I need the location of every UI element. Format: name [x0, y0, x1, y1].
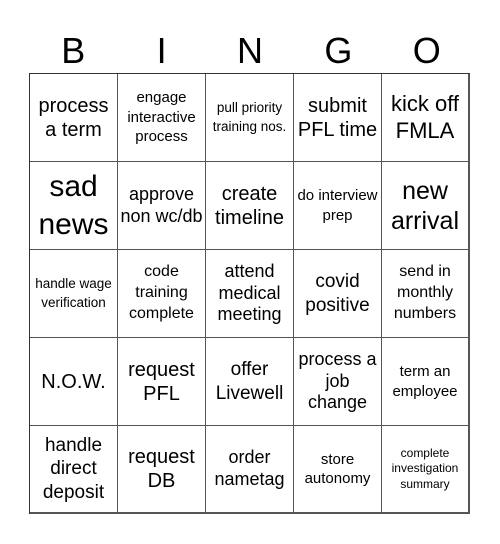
- header-letter-n: N: [236, 30, 263, 71]
- bingo-cell[interactable]: attend medical meeting: [206, 250, 294, 338]
- bingo-cell[interactable]: process a job change: [294, 338, 382, 426]
- bingo-cell[interactable]: handle direct deposit: [30, 426, 118, 514]
- bingo-cell[interactable]: offer Livewell: [206, 338, 294, 426]
- bingo-cell[interactable]: process a term: [30, 74, 118, 162]
- bingo-cell[interactable]: create timeline: [206, 162, 294, 250]
- bingo-cell[interactable]: do interview prep: [294, 162, 382, 250]
- bingo-cell[interactable]: term an employee: [382, 338, 470, 426]
- bingo-cell[interactable]: request DB: [118, 426, 206, 514]
- bingo-cell[interactable]: new arrival: [382, 162, 470, 250]
- bingo-board: process a term engage interactive proces…: [29, 73, 470, 514]
- header-letter-g: G: [324, 30, 353, 71]
- bingo-cell[interactable]: engage interactive process: [118, 74, 206, 162]
- bingo-cell[interactable]: send in monthly numbers: [382, 250, 470, 338]
- bingo-cell[interactable]: N.O.W.: [30, 338, 118, 426]
- bingo-cell[interactable]: covid positive: [294, 250, 382, 338]
- bingo-cell[interactable]: pull priority training nos.: [206, 74, 294, 162]
- bingo-cell[interactable]: complete investigation summary: [382, 426, 470, 514]
- bingo-cell[interactable]: submit PFL time: [294, 74, 382, 162]
- header-letter-b: B: [61, 30, 86, 71]
- header-letter-o: O: [412, 30, 441, 71]
- bingo-cell[interactable]: sad news: [30, 162, 118, 250]
- bingo-header: B I N G O: [29, 28, 471, 74]
- bingo-cell[interactable]: order nametag: [206, 426, 294, 514]
- bingo-cell[interactable]: store autonomy: [294, 426, 382, 514]
- bingo-cell[interactable]: kick off FMLA: [382, 74, 470, 162]
- bingo-cell[interactable]: code training complete: [118, 250, 206, 338]
- bingo-cell[interactable]: handle wage verification: [30, 250, 118, 338]
- bingo-cell[interactable]: request PFL: [118, 338, 206, 426]
- header-letter-i: I: [156, 30, 167, 71]
- bingo-cell[interactable]: approve non wc/db: [118, 162, 206, 250]
